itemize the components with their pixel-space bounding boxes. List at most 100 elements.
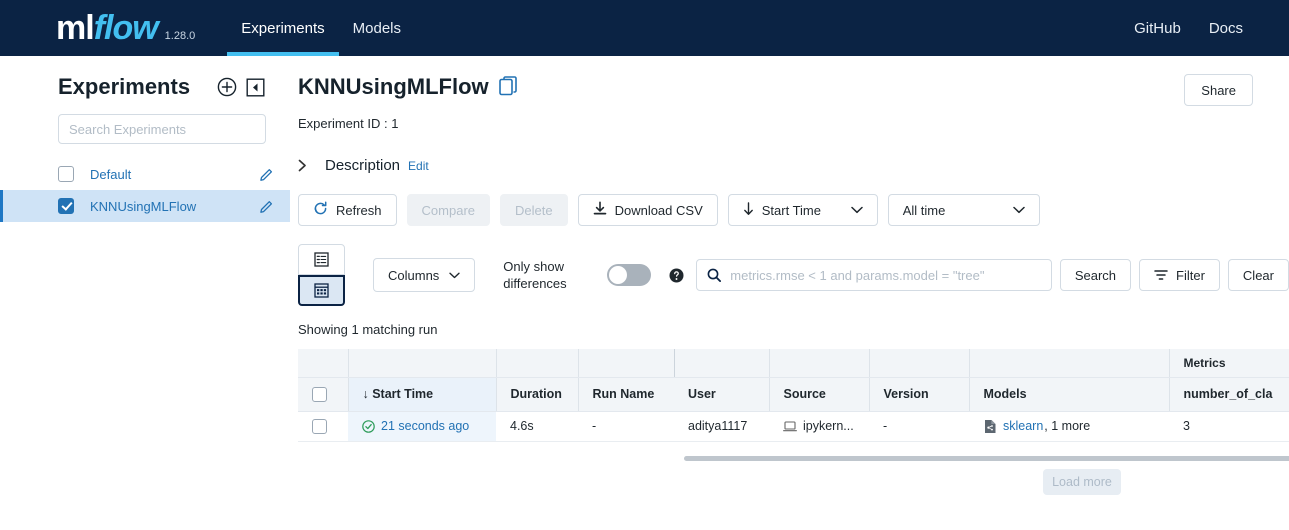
runs-toolbar: Refresh Compare Delete Download CSV Star… [298,194,1289,226]
copy-icon[interactable] [499,76,519,98]
group-blank-cell [496,349,578,377]
search-runs-placeholder: metrics.rmse < 1 and params.model = "tre… [730,268,984,283]
description-row: Description Edit [298,157,1289,174]
clear-button-label: Clear [1243,268,1274,283]
search-experiments-placeholder: Search Experiments [69,122,186,137]
columns-dropdown[interactable]: Columns [373,258,475,292]
github-link[interactable]: GitHub [1134,20,1181,37]
filter-icon [1154,269,1168,281]
version-label: 1.28.0 [165,30,196,42]
columns-label: Columns [388,268,439,283]
time-range-dropdown[interactable]: All time [888,194,1040,226]
search-experiments-input[interactable]: Search Experiments [58,114,266,144]
collapse-left-icon[interactable] [244,76,266,98]
cell-version: - [869,411,969,441]
group-blank-cell [969,349,1169,377]
column-header-version[interactable]: Version [869,377,969,411]
table-view-button[interactable] [298,275,345,306]
tab-experiments-label: Experiments [241,20,324,37]
download-csv-button[interactable]: Download CSV [578,194,718,226]
success-check-icon [362,420,375,433]
source-text: ipykern... [803,419,854,433]
download-icon [593,201,607,219]
group-blank-cell [348,349,496,377]
load-more-label: Load more [1052,475,1112,489]
edit-pencil-icon[interactable] [260,199,274,213]
refresh-button[interactable]: Refresh [298,194,397,226]
table-row[interactable]: 21 seconds ago 4.6s - aditya1117 ipyker [298,411,1289,441]
row-checkbox[interactable] [312,419,327,434]
description-label: Description [325,157,400,174]
experiment-id-value: 1 [391,116,398,131]
plus-circle-icon[interactable] [216,76,238,98]
group-header-metrics: Metrics [1169,349,1289,377]
filter-row: Columns Only show differences metrics.rm… [298,244,1289,306]
download-csv-label: Download CSV [615,203,703,218]
select-all-checkbox[interactable] [312,387,327,402]
share-button-label: Share [1201,83,1236,98]
matching-runs-count: Showing 1 matching run [298,322,1289,337]
docs-link[interactable]: Docs [1209,20,1243,37]
share-button[interactable]: Share [1184,74,1253,106]
column-header-source[interactable]: Source [769,377,869,411]
cell-source: ipykern... [769,411,869,441]
logo-flow-text: flow [94,11,158,45]
column-header-models[interactable]: Models [969,377,1169,411]
clear-button[interactable]: Clear [1228,259,1289,291]
models-more-text: , 1 more [1044,419,1090,433]
view-mode-toggle [298,244,345,306]
description-edit-link[interactable]: Edit [408,159,429,173]
only-show-differences-label: Only show differences [503,258,579,292]
column-header-start-time[interactable]: ↓ Start Time [348,377,496,411]
main-nav-tabs: Experiments Models [227,0,415,56]
compare-button: Compare [407,194,490,226]
chevron-right-icon[interactable] [298,159,307,172]
experiment-id: Experiment ID : 1 [298,116,1289,131]
select-all-header [298,377,348,411]
sidebar-item-label: Default [90,167,260,182]
list-view-button[interactable] [298,244,345,275]
cell-start-time: 21 seconds ago [348,411,496,441]
column-header-duration[interactable]: Duration [496,377,578,411]
filter-button[interactable]: Filter [1139,259,1220,291]
table-header-row: ↓ Start Time Duration Run Name User Sour… [298,377,1289,411]
experiment-checkbox-knnusingmlflow[interactable] [58,198,74,214]
compare-label: Compare [422,203,475,218]
search-button[interactable]: Search [1060,259,1131,291]
sort-label: Start Time [762,203,821,218]
load-more-button: Load more [1043,469,1121,495]
toggle-knob [609,266,627,284]
tab-experiments[interactable]: Experiments [227,0,338,56]
experiments-list: Default KNNUsingMLFlow [0,158,290,222]
sidebar-header: Experiments [58,74,266,100]
only-show-differences-toggle[interactable] [607,264,651,286]
experiment-checkbox-default[interactable] [58,166,74,182]
help-icon[interactable] [669,268,684,283]
horizontal-scrollbar[interactable] [684,456,1289,461]
title-row: KNNUsingMLFlow [298,74,1289,100]
search-icon [707,268,721,282]
model-link-sklearn[interactable]: sklearn [1003,419,1043,433]
mlflow-logo[interactable]: ml flow 1.28.0 [56,11,195,45]
top-navigation-bar: ml flow 1.28.0 Experiments Models GitHub… [0,0,1289,56]
run-start-time-link[interactable]: 21 seconds ago [381,419,469,433]
sidebar-item-default[interactable]: Default [0,158,290,190]
sort-dropdown[interactable]: Start Time [728,194,878,226]
tab-models[interactable]: Models [339,0,415,56]
cell-run-name: - [578,411,674,441]
column-header-run-name[interactable]: Run Name [578,377,674,411]
column-header-user[interactable]: User [674,377,769,411]
chevron-down-icon [851,206,863,214]
sidebar-item-knnusingmlflow[interactable]: KNNUsingMLFlow [0,190,290,222]
cell-duration: 4.6s [496,411,578,441]
time-range-label: All time [903,203,946,218]
cell-user: aditya1117 [674,411,769,441]
row-select-cell [298,411,348,441]
sidebar-item-label: KNNUsingMLFlow [90,199,260,214]
model-file-icon [983,419,997,434]
experiment-main-panel: KNNUsingMLFlow Share Experiment ID : 1 D… [290,56,1289,530]
group-blank-cell [869,349,969,377]
edit-pencil-icon[interactable] [260,167,274,181]
search-runs-input[interactable]: metrics.rmse < 1 and params.model = "tre… [696,259,1052,291]
column-header-number-of-classes[interactable]: number_of_cla [1169,377,1289,411]
